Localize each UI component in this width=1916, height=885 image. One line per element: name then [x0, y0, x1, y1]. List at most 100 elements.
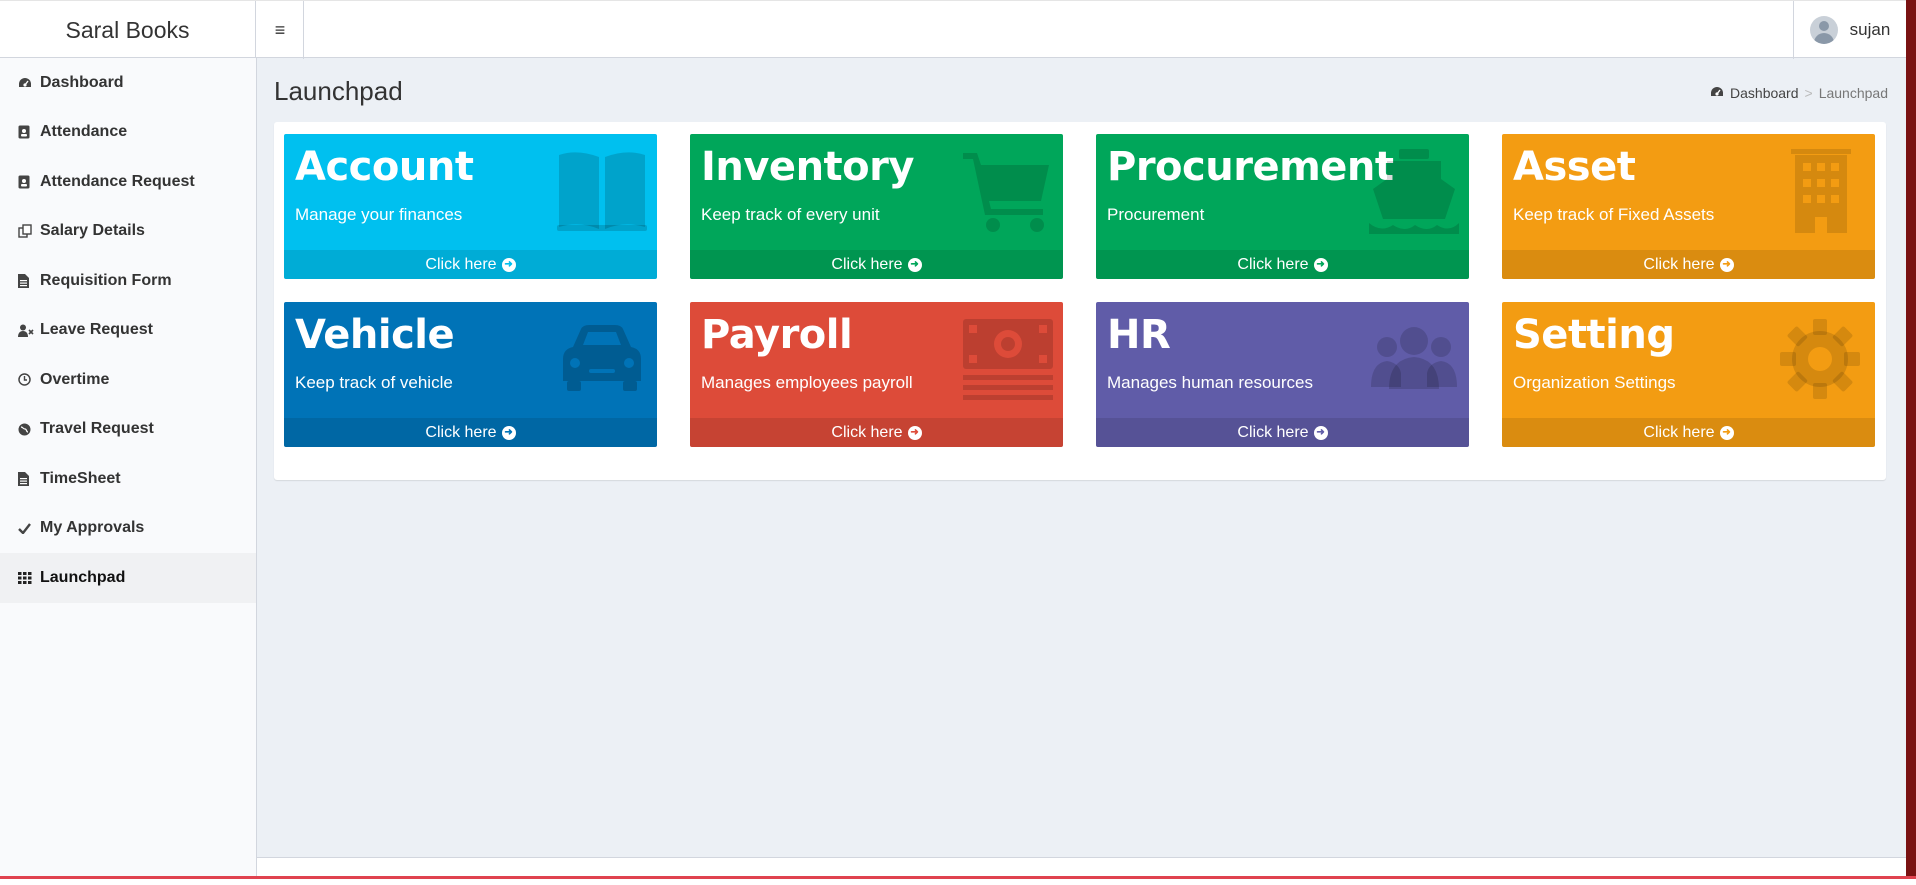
tile-subtitle: Manages human resources: [1107, 373, 1314, 392]
building-icon: [1791, 149, 1851, 233]
tile-subtitle: Manage your finances: [295, 205, 463, 224]
sidebar-item-label: Dashboard: [40, 73, 124, 91]
globe-icon: [18, 423, 40, 436]
sidebar-toggle-button[interactable]: ≡: [257, 1, 304, 59]
tile-title: Procurement: [1107, 144, 1394, 190]
tile-title: Vehicle: [295, 312, 455, 358]
app-logo[interactable]: Saral Books: [0, 1, 256, 59]
tile-asset[interactable]: Asset Keep track of Fixed Assets Click h…: [1502, 134, 1875, 279]
bottom-bar: [0, 876, 1916, 885]
tile-setting[interactable]: Setting Organization Settings Click here…: [1502, 302, 1875, 447]
tile-account[interactable]: Account Manage your finances Click here …: [284, 134, 657, 279]
sidebar-item-label: Overtime: [40, 370, 110, 388]
sidebar: Dashboard Attendance Attendance Request …: [0, 58, 257, 880]
tile-footer-link[interactable]: Click here ➜: [1502, 250, 1875, 279]
tile-subtitle: Keep track of Fixed Assets: [1513, 205, 1715, 224]
sidebar-item-label: Leave Request: [40, 321, 153, 339]
breadcrumb-separator: >: [1804, 85, 1813, 101]
username: sujan: [1849, 20, 1891, 39]
hamburger-icon: ≡: [274, 19, 286, 40]
dashboard-icon: [18, 77, 40, 89]
car-icon: [563, 325, 641, 391]
dashboard-icon: [1710, 85, 1724, 101]
id-badge-icon: [18, 175, 40, 189]
top-header: Saral Books ≡ sujan: [0, 0, 1906, 59]
page-title: Launchpad: [274, 76, 403, 106]
tile-footer-label: Click here: [831, 255, 903, 273]
tile-footer-link[interactable]: Click here ➜: [690, 250, 1063, 279]
sidebar-item-launchpad[interactable]: Launchpad: [0, 553, 256, 603]
book-icon: [557, 152, 647, 231]
tile-footer-label: Click here: [831, 423, 903, 441]
tile-subtitle: Procurement: [1107, 205, 1205, 224]
arrow-circle-right-icon: ➜: [1719, 257, 1734, 272]
tile-title: Account: [295, 144, 474, 190]
file-icon: [18, 273, 40, 288]
tile-footer-link[interactable]: Click here ➜: [1096, 250, 1469, 279]
window-edge: [1906, 0, 1916, 885]
tile-procurement[interactable]: Procurement Procurement Click here ➜: [1096, 134, 1469, 279]
sidebar-item-label: Attendance: [40, 123, 128, 141]
arrow-circle-right-icon: ➜: [1313, 425, 1328, 440]
tile-subtitle: Keep track of every unit: [701, 205, 880, 224]
file-icon: [18, 471, 40, 486]
sidebar-item-my-approvals[interactable]: My Approvals: [0, 504, 256, 554]
breadcrumb-home-link[interactable]: Dashboard: [1730, 85, 1799, 101]
tile-footer-link[interactable]: Click here ➜: [284, 418, 657, 447]
tile-payroll[interactable]: Payroll Manages employees payroll Click …: [690, 302, 1063, 447]
tile-footer-link[interactable]: Click here ➜: [690, 418, 1063, 447]
clock-icon: [18, 373, 40, 386]
tile-subtitle: Organization Settings: [1513, 373, 1676, 392]
tile-footer-label: Click here: [1643, 255, 1715, 273]
tile-footer-label: Click here: [425, 255, 497, 273]
gear-icon: [1780, 319, 1860, 399]
tile-title: Asset: [1513, 144, 1636, 190]
arrow-circle-right-icon: ➜: [501, 425, 516, 440]
sidebar-item-dashboard[interactable]: Dashboard: [0, 58, 256, 108]
sidebar-item-label: My Approvals: [40, 519, 145, 537]
tile-subtitle: Manages employees payroll: [701, 373, 913, 392]
sidebar-item-label: Requisition Form: [40, 271, 172, 289]
grid-icon: [18, 571, 40, 584]
breadcrumb: Dashboard > Launchpad: [1710, 85, 1888, 101]
user-times-icon: [18, 324, 40, 337]
check-icon: [18, 523, 40, 534]
arrow-circle-right-icon: ➜: [907, 257, 922, 272]
sidebar-item-requisition-form[interactable]: Requisition Form: [0, 256, 256, 306]
sidebar-item-label: Attendance Request: [40, 172, 195, 190]
sidebar-item-label: Launchpad: [40, 568, 126, 586]
sidebar-item-label: TimeSheet: [40, 469, 121, 487]
money-icon: [963, 319, 1053, 400]
arrow-circle-right-icon: ➜: [907, 425, 922, 440]
sidebar-item-travel-request[interactable]: Travel Request: [0, 405, 256, 455]
tile-footer-link[interactable]: Click here ➜: [1096, 418, 1469, 447]
arrow-circle-right-icon: ➜: [501, 257, 516, 272]
sidebar-item-label: Travel Request: [40, 420, 154, 438]
cart-icon: [963, 153, 1049, 232]
sidebar-item-attendance-request[interactable]: Attendance Request: [0, 157, 256, 207]
sidebar-item-salary-details[interactable]: Salary Details: [0, 207, 256, 257]
launchpad-box: Account Manage your finances Click here …: [274, 122, 1886, 480]
sidebar-item-leave-request[interactable]: Leave Request: [0, 306, 256, 356]
tile-hr[interactable]: HR Manages human resources Click here ➜: [1096, 302, 1469, 447]
breadcrumb-current: Launchpad: [1818, 85, 1888, 101]
sidebar-item-label: Salary Details: [40, 222, 145, 240]
users-icon: [1371, 327, 1457, 389]
tile-vehicle[interactable]: Vehicle Keep track of vehicle Click here…: [284, 302, 657, 447]
tile-inventory[interactable]: Inventory Keep track of every unit Click…: [690, 134, 1063, 279]
copy-icon: [18, 224, 40, 238]
sidebar-item-attendance[interactable]: Attendance: [0, 108, 256, 158]
ship-icon: [1369, 149, 1459, 234]
tile-footer-label: Click here: [1643, 423, 1715, 441]
tile-footer-label: Click here: [1237, 255, 1309, 273]
tile-footer-link[interactable]: Click here ➜: [1502, 418, 1875, 447]
arrow-circle-right-icon: ➜: [1313, 257, 1328, 272]
sidebar-item-overtime[interactable]: Overtime: [0, 355, 256, 405]
user-menu[interactable]: sujan: [1793, 1, 1906, 59]
tile-footer-label: Click here: [425, 423, 497, 441]
sidebar-item-timesheet[interactable]: TimeSheet: [0, 454, 256, 504]
tile-subtitle: Keep track of vehicle: [295, 373, 453, 392]
tile-footer-link[interactable]: Click here ➜: [284, 250, 657, 279]
arrow-circle-right-icon: ➜: [1719, 425, 1734, 440]
id-badge-icon: [18, 125, 40, 139]
